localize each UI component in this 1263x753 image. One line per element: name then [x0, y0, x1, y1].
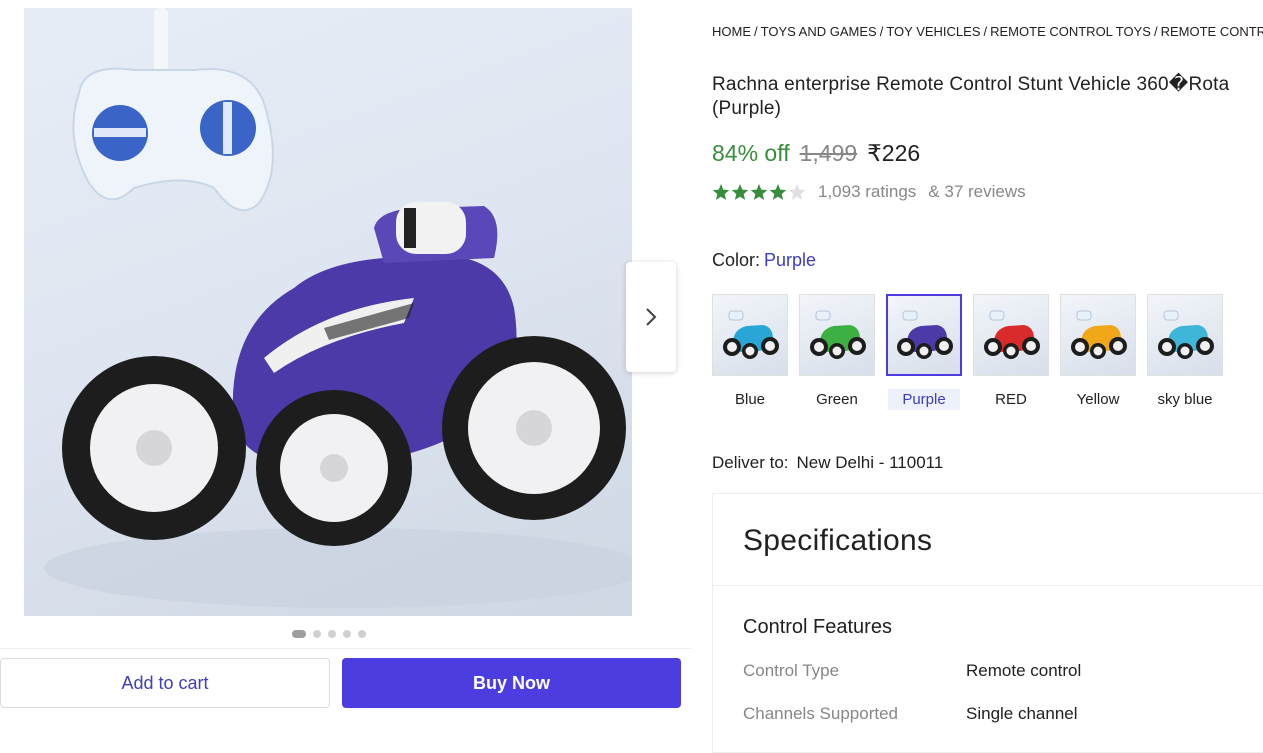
- divider: [713, 585, 1263, 586]
- color-thumbnail: [799, 294, 875, 376]
- color-option-purple[interactable]: Purple: [886, 294, 962, 410]
- deliver-label: Deliver to:: [712, 453, 789, 472]
- spec-row: Control Type Remote control: [743, 661, 1081, 681]
- image-pagination-dots: [292, 630, 366, 638]
- product-title-line2: (Purple): [712, 98, 782, 119]
- breadcrumb-toys-and-games[interactable]: TOYS AND GAMES: [761, 24, 877, 39]
- product-main-image[interactable]: [24, 8, 632, 616]
- star-filled-icon: [750, 184, 768, 200]
- color-swatches: Blue Green Purple RED Yellow sky blue: [712, 294, 1223, 410]
- spec-value: Single channel: [966, 704, 1078, 723]
- add-to-cart-button[interactable]: Add to cart: [0, 658, 330, 708]
- price-row: 84% off 1,499 ₹226: [712, 140, 920, 167]
- breadcrumb-home[interactable]: HOME: [712, 24, 751, 39]
- product-title-line1: Rachna enterprise Remote Control Stunt V…: [712, 74, 1230, 95]
- color-thumbnail: [1060, 294, 1136, 376]
- color-option-green[interactable]: Green: [799, 294, 875, 410]
- spec-group-title: Control Features: [743, 616, 892, 638]
- breadcrumb-remote-control-toys[interactable]: REMOTE CONTROL TOYS: [990, 24, 1151, 39]
- color-label-text: Color:: [712, 250, 761, 270]
- spec-value: Remote control: [966, 661, 1082, 680]
- rating-row[interactable]: 1,093 ratings & 37 reviews: [712, 182, 1026, 202]
- breadcrumb-toy-vehicles[interactable]: TOY VEHICLES: [886, 24, 980, 39]
- reviews-count: & 37 reviews: [928, 182, 1026, 201]
- pagination-dot[interactable]: [358, 630, 366, 638]
- car-thumbnail-icon: [984, 310, 1040, 359]
- car-thumbnail-icon: [1158, 310, 1214, 359]
- discount-percent: 84% off: [712, 140, 790, 166]
- pagination-dot[interactable]: [328, 630, 336, 638]
- color-thumbnail: [886, 294, 962, 376]
- selected-color: Purple: [764, 250, 817, 270]
- breadcrumb-remote-control[interactable]: REMOTE CONTROL: [1161, 24, 1263, 39]
- ratings-count: 1,093 ratings: [818, 182, 917, 201]
- pagination-dot[interactable]: [343, 630, 351, 638]
- spec-row: Channels Supported Single channel: [743, 704, 1078, 724]
- color-option-sky-blue[interactable]: sky blue: [1147, 294, 1223, 410]
- car-thumbnail-icon: [810, 310, 866, 359]
- delivery-location: New Delhi - 110011: [796, 453, 944, 472]
- buy-now-button[interactable]: Buy Now: [342, 658, 681, 708]
- color-option-label: sky blue: [1157, 391, 1213, 408]
- color-thumbnail: [973, 294, 1049, 376]
- product-title: Rachna enterprise Remote Control Stunt V…: [712, 73, 1263, 121]
- color-option-label: Blue: [734, 391, 766, 408]
- specifications-panel: Specifications Control Features Control …: [712, 493, 1263, 753]
- car-thumbnail-icon: [723, 310, 779, 359]
- color-option-blue[interactable]: Blue: [712, 294, 788, 410]
- color-option-label: RED: [995, 391, 1027, 408]
- star-filled-icon: [769, 184, 787, 200]
- selling-price: ₹226: [867, 140, 921, 166]
- star-filled-icon: [731, 184, 749, 200]
- star-filled-icon: [712, 184, 730, 200]
- spec-key: Control Type: [743, 661, 840, 680]
- chevron-right-icon: [646, 308, 657, 326]
- original-price: 1,499: [799, 140, 858, 166]
- specifications-heading: Specifications: [743, 524, 933, 557]
- color-thumbnail: [1147, 294, 1223, 376]
- car-thumbnail-icon: [897, 310, 953, 359]
- color-option-red[interactable]: RED: [973, 294, 1049, 410]
- pagination-dot-active[interactable]: [292, 630, 306, 638]
- star-empty-icon: [788, 184, 806, 200]
- delivery-info[interactable]: Deliver to: New Delhi - 110011: [712, 453, 943, 473]
- color-selector-label: Color: Purple: [712, 250, 816, 271]
- purchase-actions: Add to cart Buy Now: [0, 648, 692, 719]
- color-option-label: Yellow: [1076, 391, 1120, 408]
- stunt-car-image: [44, 8, 632, 608]
- spec-key: Channels Supported: [743, 704, 899, 723]
- color-option-yellow[interactable]: Yellow: [1060, 294, 1136, 410]
- color-option-label: Purple: [888, 389, 960, 410]
- color-thumbnail: [712, 294, 788, 376]
- star-rating: [712, 183, 806, 201]
- car-thumbnail-icon: [1071, 310, 1127, 359]
- next-image-button[interactable]: [626, 262, 676, 372]
- pagination-dot[interactable]: [313, 630, 321, 638]
- color-option-label: Green: [816, 391, 858, 408]
- breadcrumb: HOME / TOYS AND GAMES / TOY VEHICLES / REMOTE …: [712, 24, 1263, 39]
